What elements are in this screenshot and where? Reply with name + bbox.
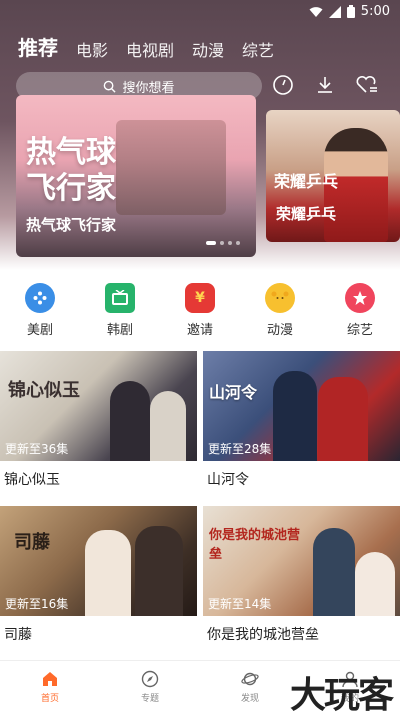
history-button[interactable]: [270, 72, 296, 98]
tab-recommend[interactable]: 推荐: [18, 32, 58, 61]
nav-home[interactable]: 首页: [20, 670, 80, 704]
search-placeholder: 搜你想看: [122, 80, 175, 96]
banner-artwork: [116, 120, 226, 215]
planet-icon: [241, 672, 259, 685]
poster-text: 司藤: [14, 532, 50, 553]
nav-label: 发现: [240, 693, 259, 704]
show-thumbnail: 你是我的城池营垒 更新至14集: [203, 506, 400, 616]
download-icon: [318, 77, 332, 93]
compass-icon: [141, 670, 159, 687]
episode-badge: 更新至28集: [208, 442, 272, 456]
show-title: 锦心似玉: [4, 472, 60, 488]
category-invite[interactable]: ¥ 邀请: [165, 283, 235, 343]
poster-text: 你是我的城池营垒: [209, 528, 301, 562]
banner-poster-title: 热气球 飞行家: [26, 135, 116, 206]
category-label: 韩剧: [106, 323, 133, 338]
red-envelope-icon: ¥: [185, 283, 215, 313]
show-title: 司藤: [4, 627, 32, 643]
film-reel-icon: [25, 283, 55, 313]
category-k-drama[interactable]: 韩剧: [85, 283, 155, 343]
show-thumbnail: 司藤 更新至16集: [0, 506, 197, 616]
banner-poster-title: 荣耀乒乓: [274, 172, 339, 191]
show-thumbnail: 锦心似玉 更新至36集: [0, 351, 197, 461]
tab-anime[interactable]: 动漫: [192, 37, 224, 61]
status-time: 5:00: [360, 4, 390, 19]
carousel-dot: [220, 241, 224, 245]
show-title: 你是我的城池营垒: [207, 627, 319, 643]
show-title: 山河令: [207, 472, 249, 488]
banner-caption: 荣耀乒乓: [276, 205, 337, 223]
quick-categories: 美剧 韩剧 ¥ 邀请 动漫 综艺: [0, 283, 400, 343]
category-label: 动漫: [266, 323, 293, 338]
watermark-logo: 大玩客: [289, 675, 394, 712]
signal-icon: [328, 5, 341, 18]
poster-text: 山河令: [209, 383, 258, 402]
show-card[interactable]: 锦心似玉 更新至36集 锦心似玉: [0, 351, 197, 489]
heart-list-icon: [356, 75, 377, 93]
carousel-indicator: [206, 241, 240, 245]
category-label: 美剧: [26, 323, 53, 338]
show-card[interactable]: 你是我的城池营垒 更新至14集 你是我的城池营垒: [203, 506, 400, 644]
clock-icon: [273, 75, 293, 95]
episode-badge: 更新至14集: [208, 597, 272, 611]
star-icon: [345, 283, 375, 313]
category-variety[interactable]: 综艺: [325, 283, 395, 343]
carousel-dot: [228, 241, 232, 245]
poster-text: 锦心似玉: [8, 380, 80, 401]
status-icons: 5:00: [309, 4, 390, 19]
poster-figure: [318, 377, 368, 461]
carousel-dot: [236, 241, 240, 245]
wifi-icon: [309, 6, 323, 17]
tab-movie[interactable]: 电影: [76, 37, 108, 61]
category-us-drama[interactable]: 美剧: [5, 283, 75, 343]
nav-label: 专题: [140, 693, 159, 704]
category-label: 综艺: [346, 323, 373, 338]
poster-figure: [313, 528, 355, 616]
carousel-dot-active: [206, 241, 216, 245]
poster-figure: [135, 526, 183, 616]
banner-slide-next[interactable]: 荣耀乒乓 荣耀乒乓: [266, 110, 400, 242]
episode-badge: 更新至16集: [5, 597, 69, 611]
banner-slide-main[interactable]: 热气球 飞行家 热气球飞行家: [16, 95, 256, 257]
nav-discover[interactable]: 发现: [220, 670, 280, 704]
poster-figure: [110, 381, 150, 461]
bear-icon: [265, 283, 295, 313]
episode-badge: 更新至36集: [5, 442, 69, 456]
download-button[interactable]: [312, 72, 338, 98]
tv-icon: [105, 283, 135, 313]
show-card[interactable]: 司藤 更新至16集 司藤: [0, 506, 197, 644]
home-icon: [43, 671, 57, 686]
poster-figure: [355, 552, 395, 616]
category-tabs: 推荐 电影 电视剧 动漫 综艺: [18, 32, 274, 61]
show-card[interactable]: 山河令 更新至28集 山河令: [203, 351, 400, 489]
category-anime[interactable]: 动漫: [245, 283, 315, 343]
poster-figure: [273, 371, 317, 461]
poster-figure: [85, 530, 131, 616]
banner-caption: 热气球飞行家: [26, 216, 117, 234]
poster-figure: [150, 391, 186, 461]
search-icon: [104, 80, 117, 93]
show-thumbnail: 山河令 更新至28集: [203, 351, 400, 461]
top-actions: [270, 72, 380, 98]
tab-variety[interactable]: 综艺: [242, 37, 274, 61]
nav-label: 首页: [40, 693, 59, 704]
tab-tv-series[interactable]: 电视剧: [126, 37, 174, 61]
favorites-button[interactable]: [354, 72, 380, 98]
category-label: 邀请: [186, 323, 213, 338]
battery-icon: [346, 5, 355, 18]
nav-topics[interactable]: 专题: [120, 670, 180, 704]
status-bar: 5:00: [0, 0, 400, 24]
